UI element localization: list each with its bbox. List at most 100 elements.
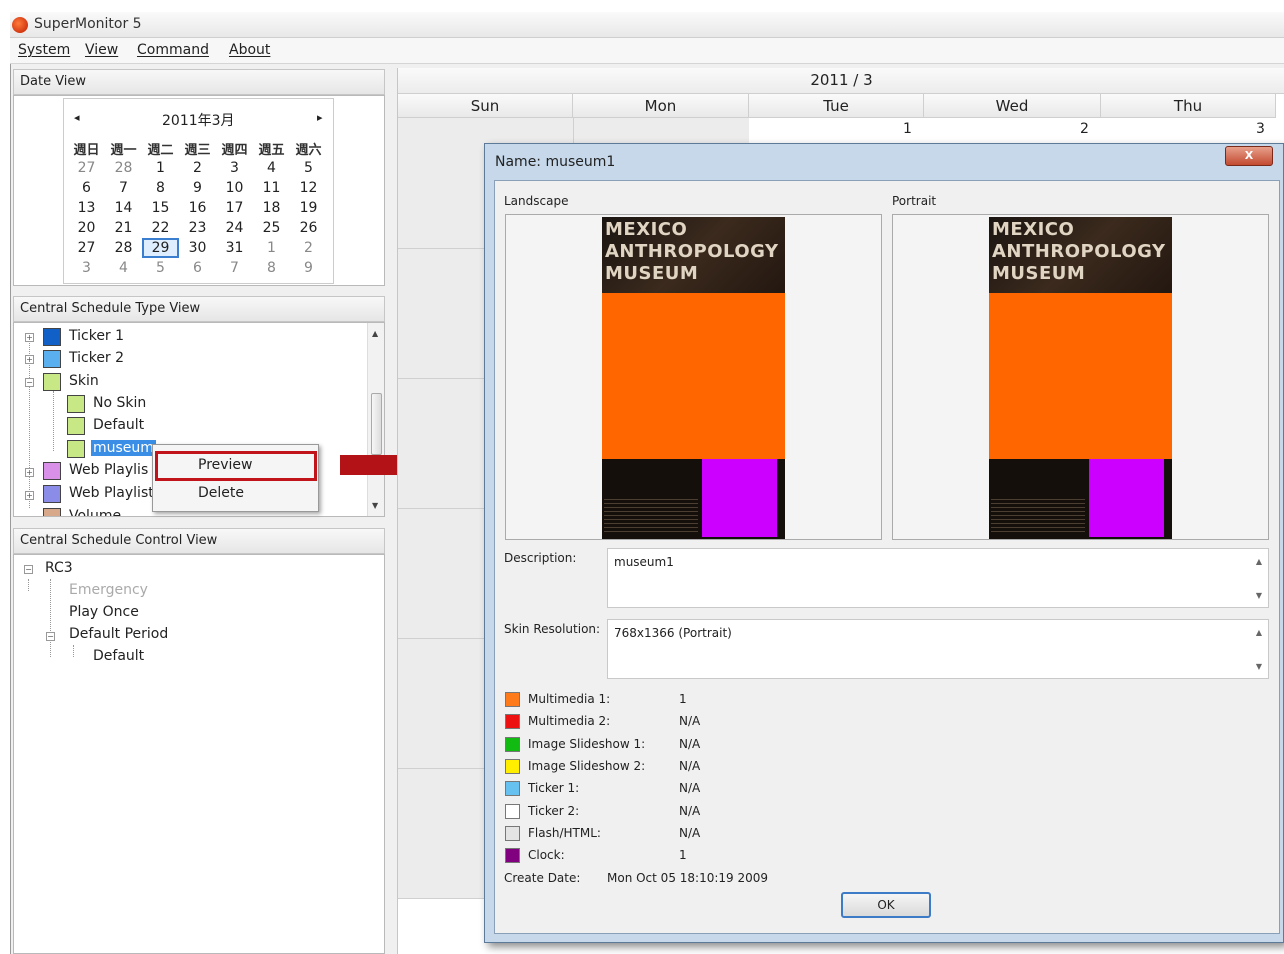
calendar-day[interactable]: 20 (68, 218, 105, 238)
calendar-day[interactable]: 28 (105, 158, 142, 178)
skin-color-icon (43, 373, 61, 391)
calendar-day[interactable]: 9 (290, 258, 327, 278)
tree-item-web-playlist-2[interactable]: Web Playlist (69, 485, 154, 501)
tree-item-museum-selected[interactable]: museum (91, 440, 156, 456)
calendar-day[interactable]: 5 (142, 258, 179, 278)
scroll-down-icon[interactable]: ▼ (1256, 662, 1262, 671)
scroll-up-icon[interactable]: ▲ (1256, 628, 1262, 637)
calendar-day[interactable]: 11 (253, 178, 290, 198)
context-menu-delete[interactable]: Delete (198, 485, 244, 501)
menu-view[interactable]: View (85, 42, 118, 58)
legend-value: N/A (679, 781, 701, 795)
tree-item-web-playlist-1[interactable]: Web Playlis (69, 462, 148, 478)
menu-bar: System View Command About (10, 38, 1284, 64)
calendar-day[interactable]: 8 (253, 258, 290, 278)
tree-item-rc3[interactable]: RC3 (45, 560, 73, 576)
calendar-day[interactable]: 17 (216, 198, 253, 218)
date-cell-wed[interactable]: 2 (1080, 121, 1089, 137)
tree-item-default[interactable]: Default (93, 648, 144, 664)
date-cell-thu[interactable]: 3 (1256, 121, 1265, 137)
tree-item-ticker2[interactable]: Ticker 2 (69, 350, 124, 366)
calendar-day[interactable]: 22 (142, 218, 179, 238)
calendar-day[interactable]: 10 (216, 178, 253, 198)
weekday-label: 週五 (258, 143, 285, 158)
calendar-next-button[interactable]: ▸ (317, 111, 323, 124)
weekday-label: 週四 (221, 143, 248, 158)
calendar-day[interactable]: 2 (290, 238, 327, 258)
scroll-down-icon[interactable]: ▼ (372, 501, 378, 510)
calendar-prev-button[interactable]: ◂ (74, 111, 80, 124)
calendar-day[interactable]: 3 (68, 258, 105, 278)
scroll-up-icon[interactable]: ▲ (1256, 557, 1262, 566)
calendar-day[interactable]: 24 (216, 218, 253, 238)
calendar-day[interactable]: 1 (253, 238, 290, 258)
date-cell-tue[interactable]: 1 (903, 121, 912, 137)
calendar-day[interactable]: 27 (68, 238, 105, 258)
calendar-day[interactable]: 9 (179, 178, 216, 198)
calendar-day[interactable]: 30 (179, 238, 216, 258)
tree-item-ticker1[interactable]: Ticker 1 (69, 328, 124, 344)
tree-item-skin[interactable]: Skin (69, 373, 99, 389)
calendar-day[interactable]: 15 (142, 198, 179, 218)
calendar-day[interactable]: 4 (253, 158, 290, 178)
expand-icon[interactable]: + (25, 333, 34, 342)
calendar-day[interactable]: 7 (105, 178, 142, 198)
expand-icon[interactable]: + (25, 468, 34, 477)
landscape-skin-image: MEXICO ANTHROPOLOGY MUSEUM (602, 217, 785, 539)
calendar-day[interactable]: 14 (105, 198, 142, 218)
calendar-day[interactable]: 26 (290, 218, 327, 238)
description-field[interactable]: museum1 ▲ ▼ (607, 548, 1269, 608)
calendar-day[interactable]: 7 (216, 258, 253, 278)
menu-about[interactable]: About (229, 42, 270, 58)
calendar-day[interactable]: 6 (68, 178, 105, 198)
resolution-value: 768x1366 (Portrait) (614, 626, 732, 640)
calendar-day[interactable]: 3 (216, 158, 253, 178)
dialog-close-button[interactable]: X (1225, 146, 1273, 166)
calendar-day[interactable]: 27 (68, 158, 105, 178)
tree-line (28, 579, 29, 591)
tree-item-play-once[interactable]: Play Once (69, 604, 139, 620)
calendar-day[interactable]: 8 (142, 178, 179, 198)
menu-command[interactable]: Command (137, 42, 209, 58)
scroll-down-icon[interactable]: ▼ (1256, 591, 1262, 600)
tree-item-default-period[interactable]: Default Period (69, 626, 168, 642)
legend-label: Multimedia 2: (528, 714, 611, 728)
expand-icon[interactable]: + (25, 355, 34, 364)
calendar-day[interactable]: 16 (179, 198, 216, 218)
resolution-field[interactable]: 768x1366 (Portrait) ▲ ▼ (607, 619, 1269, 679)
ok-button[interactable]: OK (841, 892, 931, 918)
calendar-day[interactable]: 31 (216, 238, 253, 258)
calendar-day-selected[interactable]: 29 (142, 238, 179, 258)
calendar-day[interactable]: 5 (290, 158, 327, 178)
menu-system[interactable]: System (18, 42, 70, 58)
calendar-day[interactable]: 2 (179, 158, 216, 178)
tree-item-no-skin[interactable]: No Skin (93, 395, 146, 411)
collapse-icon[interactable]: − (24, 565, 33, 574)
calendar-day[interactable]: 1 (142, 158, 179, 178)
context-menu-preview[interactable]: Preview (198, 457, 253, 473)
default-color-icon (67, 417, 85, 435)
calendar-day[interactable]: 28 (105, 238, 142, 258)
day-header-sun: Sun (398, 94, 573, 118)
scroll-up-icon[interactable]: ▲ (372, 329, 378, 338)
collapse-icon[interactable]: − (25, 378, 34, 387)
multimedia2-swatch (505, 714, 520, 729)
calendar-day[interactable]: 12 (290, 178, 327, 198)
calendar-day[interactable]: 18 (253, 198, 290, 218)
expand-icon[interactable]: + (25, 491, 34, 500)
calendar-day[interactable]: 13 (68, 198, 105, 218)
tree-item-emergency[interactable]: Emergency (69, 582, 148, 598)
weekday-label: 週日 (73, 143, 100, 158)
calendar-day[interactable]: 25 (253, 218, 290, 238)
calendar-day[interactable]: 21 (105, 218, 142, 238)
tree-item-volume[interactable]: Volume (69, 508, 121, 516)
tree-item-default[interactable]: Default (93, 417, 144, 433)
calendar-day[interactable]: 23 (179, 218, 216, 238)
calendar-day[interactable]: 19 (290, 198, 327, 218)
calendar-day[interactable]: 6 (179, 258, 216, 278)
legend-label: Ticker 1: (528, 781, 580, 795)
slideshow1-swatch (505, 737, 520, 752)
day-header-wed: Wed (924, 94, 1101, 118)
calendar-day[interactable]: 4 (105, 258, 142, 278)
collapse-icon[interactable]: − (46, 632, 55, 641)
